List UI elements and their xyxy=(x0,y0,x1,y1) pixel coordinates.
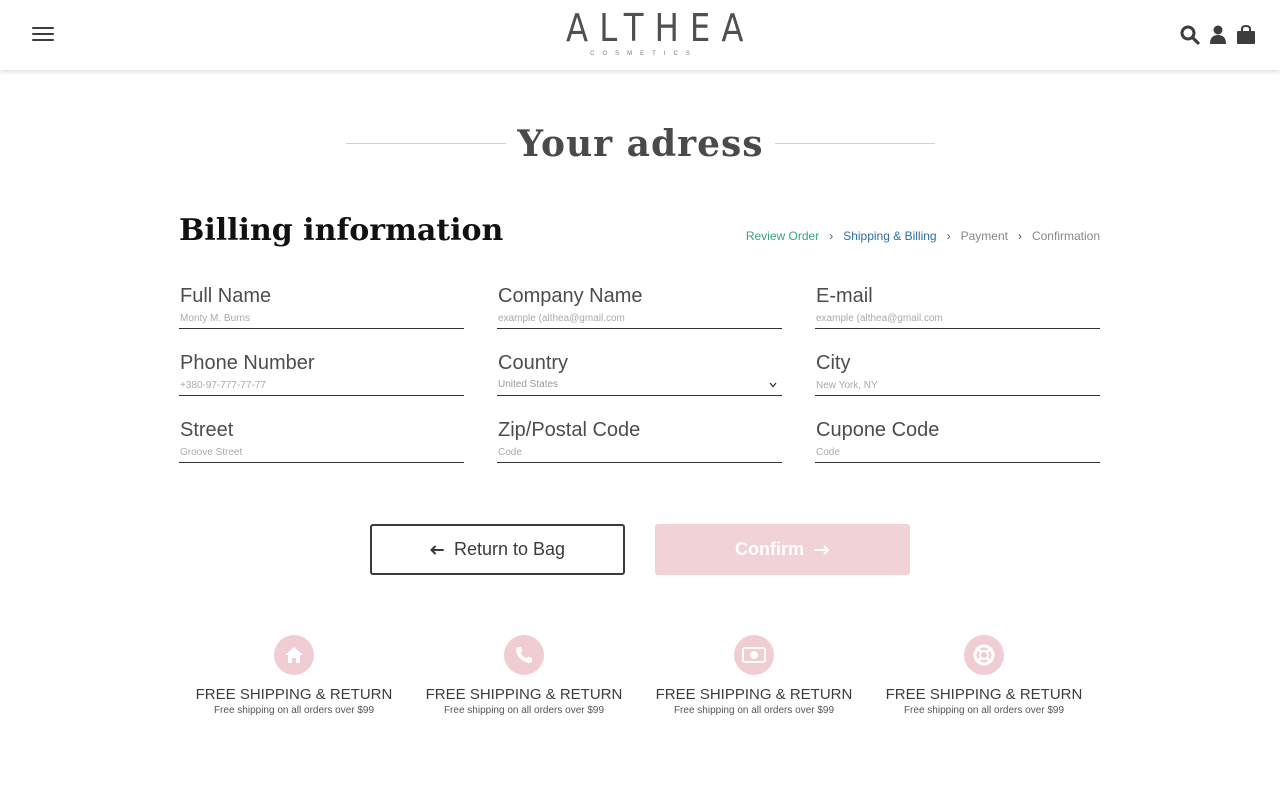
confirm-label: Confirm xyxy=(735,539,804,559)
full-name-field-group: Full Name xyxy=(179,282,464,329)
checkout-breadcrumb: Review Order › Shipping & Billing › Paym… xyxy=(746,227,1100,245)
feature-subtitle: Free shipping on all orders over $99 xyxy=(443,705,605,716)
menu-icon[interactable] xyxy=(32,27,54,43)
lifebuoy-icon xyxy=(964,635,1004,675)
crumb-confirmation[interactable]: Confirmation xyxy=(1032,227,1100,245)
company-name-input[interactable] xyxy=(497,310,782,329)
user-icon[interactable] xyxy=(1208,24,1228,46)
title-divider-right xyxy=(775,143,935,144)
street-field-group: Street xyxy=(179,416,464,463)
coupon-input[interactable] xyxy=(815,444,1100,463)
city-label: City xyxy=(816,352,851,374)
full-name-label: Full Name xyxy=(180,285,272,307)
feature-subtitle: Free shipping on all orders over $99 xyxy=(673,705,835,716)
logo-tagline: COSMETICS xyxy=(590,51,698,57)
page-title-section: Your adress xyxy=(346,120,935,170)
feature-title: FREE SHIPPING & RETURN xyxy=(195,686,393,703)
feature-subtitle: Free shipping on all orders over $99 xyxy=(213,705,375,716)
coupon-field-group: Cupone Code xyxy=(815,416,1100,463)
arrow-left-icon xyxy=(430,539,444,560)
zip-label: Zip/Postal Code xyxy=(498,419,641,441)
feature-subtitle: Free shipping on all orders over $99 xyxy=(903,705,1065,716)
country-field-group: Country United States xyxy=(497,349,782,396)
feature-item: FREE SHIPPING & RETURN Free shipping on … xyxy=(409,635,639,718)
city-field-group: City xyxy=(815,349,1100,396)
feature-title: FREE SHIPPING & RETURN xyxy=(885,686,1083,703)
brand-logo[interactable]: ALTHEA COSMETICS xyxy=(540,6,755,59)
coupon-label: Cupone Code xyxy=(816,419,940,441)
zip-field-group: Zip/Postal Code xyxy=(497,416,782,463)
feature-item: FREE SHIPPING & RETURN Free shipping on … xyxy=(179,635,409,718)
return-to-bag-label: Return to Bag xyxy=(453,539,566,559)
feature-strip: FREE SHIPPING & RETURN Free shipping on … xyxy=(179,635,1100,718)
email-field-group: E-mail xyxy=(815,282,1100,329)
logo-wordmark: ALTHEA xyxy=(566,6,755,50)
phone-field-group: Phone Number xyxy=(179,349,464,396)
feature-title: FREE SHIPPING & RETURN xyxy=(425,686,623,703)
street-input[interactable] xyxy=(179,444,464,463)
phone-input[interactable] xyxy=(179,377,464,396)
billing-form: Full Name Company Name E-mail Phone Numb… xyxy=(179,282,1100,463)
zip-input[interactable] xyxy=(497,444,782,463)
phone-label: Phone Number xyxy=(180,352,315,374)
city-input[interactable] xyxy=(815,377,1100,396)
phone-icon xyxy=(504,635,544,675)
street-label: Street xyxy=(180,419,234,441)
company-name-field-group: Company Name xyxy=(497,282,782,329)
money-icon xyxy=(734,635,774,675)
crumb-review-order[interactable]: Review Order xyxy=(746,227,819,245)
search-icon[interactable] xyxy=(1180,24,1200,46)
return-to-bag-button[interactable]: Return to Bag xyxy=(370,524,625,575)
feature-item: FREE SHIPPING & RETURN Free shipping on … xyxy=(639,635,869,718)
feature-item: FREE SHIPPING & RETURN Free shipping on … xyxy=(869,635,1099,718)
country-select[interactable]: United States xyxy=(497,377,782,396)
chevron-right-icon: › xyxy=(946,229,951,243)
email-label: E-mail xyxy=(816,285,873,307)
crumb-payment[interactable]: Payment xyxy=(961,227,1008,245)
chevron-right-icon: › xyxy=(1017,229,1022,243)
page-title: Your adress xyxy=(517,123,764,165)
crumb-shipping-billing[interactable]: Shipping & Billing xyxy=(843,227,936,245)
company-name-label: Company Name xyxy=(498,285,643,307)
country-label: Country xyxy=(498,352,569,374)
chevron-right-icon: › xyxy=(829,229,834,243)
billing-heading: Billing information xyxy=(179,213,504,248)
full-name-input[interactable] xyxy=(179,310,464,329)
home-icon xyxy=(274,635,314,675)
header-actions xyxy=(1180,24,1256,46)
site-header: ALTHEA COSMETICS xyxy=(0,0,1280,70)
arrow-right-icon xyxy=(814,539,830,560)
confirm-button[interactable]: Confirm xyxy=(655,524,910,575)
feature-title: FREE SHIPPING & RETURN xyxy=(655,686,853,703)
email-input[interactable] xyxy=(815,310,1100,329)
shopping-bag-icon[interactable] xyxy=(1236,24,1256,46)
